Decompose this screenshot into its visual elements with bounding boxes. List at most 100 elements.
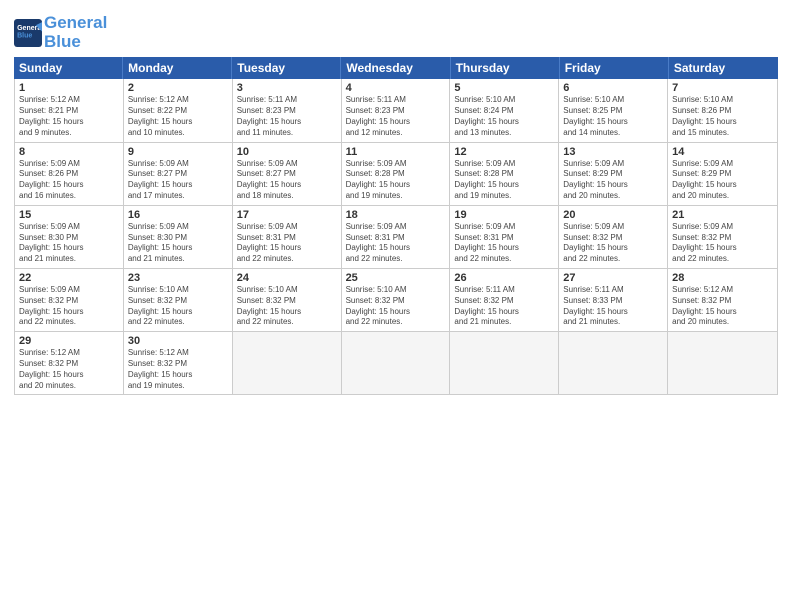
calendar-cell <box>450 332 559 394</box>
day-info: Sunrise: 5:12 AM Sunset: 8:32 PM Dayligh… <box>19 348 119 391</box>
day-info: Sunrise: 5:09 AM Sunset: 8:28 PM Dayligh… <box>346 159 446 202</box>
calendar-cell: 18Sunrise: 5:09 AM Sunset: 8:31 PM Dayli… <box>342 206 451 268</box>
calendar-week-2: 8Sunrise: 5:09 AM Sunset: 8:26 PM Daylig… <box>15 143 777 206</box>
day-number: 26 <box>454 272 554 284</box>
calendar-cell: 12Sunrise: 5:09 AM Sunset: 8:28 PM Dayli… <box>450 143 559 205</box>
day-info: Sunrise: 5:09 AM Sunset: 8:27 PM Dayligh… <box>237 159 337 202</box>
calendar-cell <box>342 332 451 394</box>
day-info: Sunrise: 5:10 AM Sunset: 8:32 PM Dayligh… <box>346 285 446 328</box>
calendar-cell: 14Sunrise: 5:09 AM Sunset: 8:29 PM Dayli… <box>668 143 777 205</box>
day-number: 11 <box>346 146 446 158</box>
day-number: 16 <box>128 209 228 221</box>
day-info: Sunrise: 5:11 AM Sunset: 8:33 PM Dayligh… <box>563 285 663 328</box>
day-number: 24 <box>237 272 337 284</box>
calendar-cell <box>668 332 777 394</box>
calendar-body: 1Sunrise: 5:12 AM Sunset: 8:21 PM Daylig… <box>14 79 778 395</box>
calendar-cell: 28Sunrise: 5:12 AM Sunset: 8:32 PM Dayli… <box>668 269 777 331</box>
calendar-cell: 5Sunrise: 5:10 AM Sunset: 8:24 PM Daylig… <box>450 79 559 141</box>
header-sunday: Sunday <box>14 57 123 79</box>
day-info: Sunrise: 5:11 AM Sunset: 8:32 PM Dayligh… <box>454 285 554 328</box>
day-info: Sunrise: 5:12 AM Sunset: 8:32 PM Dayligh… <box>128 348 228 391</box>
calendar-cell: 27Sunrise: 5:11 AM Sunset: 8:33 PM Dayli… <box>559 269 668 331</box>
day-number: 10 <box>237 146 337 158</box>
calendar-cell: 21Sunrise: 5:09 AM Sunset: 8:32 PM Dayli… <box>668 206 777 268</box>
day-info: Sunrise: 5:09 AM Sunset: 8:30 PM Dayligh… <box>128 222 228 265</box>
calendar-cell: 29Sunrise: 5:12 AM Sunset: 8:32 PM Dayli… <box>15 332 124 394</box>
calendar-cell: 9Sunrise: 5:09 AM Sunset: 8:27 PM Daylig… <box>124 143 233 205</box>
day-info: Sunrise: 5:11 AM Sunset: 8:23 PM Dayligh… <box>237 95 337 138</box>
day-number: 17 <box>237 209 337 221</box>
day-number: 6 <box>563 82 663 94</box>
calendar-cell: 6Sunrise: 5:10 AM Sunset: 8:25 PM Daylig… <box>559 79 668 141</box>
day-info: Sunrise: 5:10 AM Sunset: 8:32 PM Dayligh… <box>237 285 337 328</box>
day-info: Sunrise: 5:10 AM Sunset: 8:26 PM Dayligh… <box>672 95 773 138</box>
calendar-cell: 17Sunrise: 5:09 AM Sunset: 8:31 PM Dayli… <box>233 206 342 268</box>
day-info: Sunrise: 5:10 AM Sunset: 8:24 PM Dayligh… <box>454 95 554 138</box>
calendar-cell: 3Sunrise: 5:11 AM Sunset: 8:23 PM Daylig… <box>233 79 342 141</box>
day-info: Sunrise: 5:09 AM Sunset: 8:31 PM Dayligh… <box>346 222 446 265</box>
calendar-cell: 20Sunrise: 5:09 AM Sunset: 8:32 PM Dayli… <box>559 206 668 268</box>
day-number: 30 <box>128 335 228 347</box>
day-info: Sunrise: 5:12 AM Sunset: 8:32 PM Dayligh… <box>672 285 773 328</box>
day-info: Sunrise: 5:12 AM Sunset: 8:22 PM Dayligh… <box>128 95 228 138</box>
logo-blue: Blue <box>44 32 81 51</box>
day-info: Sunrise: 5:09 AM Sunset: 8:32 PM Dayligh… <box>563 222 663 265</box>
day-info: Sunrise: 5:09 AM Sunset: 8:29 PM Dayligh… <box>672 159 773 202</box>
calendar-cell: 24Sunrise: 5:10 AM Sunset: 8:32 PM Dayli… <box>233 269 342 331</box>
day-number: 9 <box>128 146 228 158</box>
calendar-cell <box>559 332 668 394</box>
calendar-week-5: 29Sunrise: 5:12 AM Sunset: 8:32 PM Dayli… <box>15 332 777 394</box>
calendar-cell: 30Sunrise: 5:12 AM Sunset: 8:32 PM Dayli… <box>124 332 233 394</box>
calendar-cell: 19Sunrise: 5:09 AM Sunset: 8:31 PM Dayli… <box>450 206 559 268</box>
calendar-cell: 25Sunrise: 5:10 AM Sunset: 8:32 PM Dayli… <box>342 269 451 331</box>
day-number: 25 <box>346 272 446 284</box>
header-monday: Monday <box>123 57 232 79</box>
calendar-header: Sunday Monday Tuesday Wednesday Thursday… <box>14 57 778 79</box>
day-number: 28 <box>672 272 773 284</box>
day-info: Sunrise: 5:09 AM Sunset: 8:30 PM Dayligh… <box>19 222 119 265</box>
page: General Blue General Blue Sunday Monday … <box>0 0 792 612</box>
day-number: 13 <box>563 146 663 158</box>
day-info: Sunrise: 5:09 AM Sunset: 8:28 PM Dayligh… <box>454 159 554 202</box>
calendar-cell: 4Sunrise: 5:11 AM Sunset: 8:23 PM Daylig… <box>342 79 451 141</box>
calendar-cell: 15Sunrise: 5:09 AM Sunset: 8:30 PM Dayli… <box>15 206 124 268</box>
logo-general: General <box>44 13 107 32</box>
calendar-cell: 7Sunrise: 5:10 AM Sunset: 8:26 PM Daylig… <box>668 79 777 141</box>
calendar-cell: 10Sunrise: 5:09 AM Sunset: 8:27 PM Dayli… <box>233 143 342 205</box>
calendar-cell <box>233 332 342 394</box>
header-saturday: Saturday <box>669 57 778 79</box>
header: General Blue General Blue <box>14 10 778 51</box>
day-info: Sunrise: 5:09 AM Sunset: 8:26 PM Dayligh… <box>19 159 119 202</box>
day-number: 8 <box>19 146 119 158</box>
day-number: 15 <box>19 209 119 221</box>
day-info: Sunrise: 5:12 AM Sunset: 8:21 PM Dayligh… <box>19 95 119 138</box>
calendar-cell: 23Sunrise: 5:10 AM Sunset: 8:32 PM Dayli… <box>124 269 233 331</box>
calendar-week-4: 22Sunrise: 5:09 AM Sunset: 8:32 PM Dayli… <box>15 269 777 332</box>
day-info: Sunrise: 5:11 AM Sunset: 8:23 PM Dayligh… <box>346 95 446 138</box>
logo-text: General Blue <box>44 14 107 51</box>
day-number: 20 <box>563 209 663 221</box>
header-tuesday: Tuesday <box>232 57 341 79</box>
day-number: 19 <box>454 209 554 221</box>
day-info: Sunrise: 5:09 AM Sunset: 8:29 PM Dayligh… <box>563 159 663 202</box>
day-number: 27 <box>563 272 663 284</box>
day-number: 23 <box>128 272 228 284</box>
logo-icon: General Blue <box>14 19 42 47</box>
svg-text:Blue: Blue <box>17 32 32 39</box>
day-number: 5 <box>454 82 554 94</box>
calendar-cell: 2Sunrise: 5:12 AM Sunset: 8:22 PM Daylig… <box>124 79 233 141</box>
day-info: Sunrise: 5:09 AM Sunset: 8:32 PM Dayligh… <box>672 222 773 265</box>
day-info: Sunrise: 5:09 AM Sunset: 8:31 PM Dayligh… <box>237 222 337 265</box>
day-number: 29 <box>19 335 119 347</box>
header-friday: Friday <box>560 57 669 79</box>
calendar-cell: 26Sunrise: 5:11 AM Sunset: 8:32 PM Dayli… <box>450 269 559 331</box>
day-number: 22 <box>19 272 119 284</box>
calendar-cell: 13Sunrise: 5:09 AM Sunset: 8:29 PM Dayli… <box>559 143 668 205</box>
day-number: 1 <box>19 82 119 94</box>
day-number: 4 <box>346 82 446 94</box>
day-number: 3 <box>237 82 337 94</box>
calendar-cell: 8Sunrise: 5:09 AM Sunset: 8:26 PM Daylig… <box>15 143 124 205</box>
calendar-cell: 16Sunrise: 5:09 AM Sunset: 8:30 PM Dayli… <box>124 206 233 268</box>
day-number: 21 <box>672 209 773 221</box>
day-info: Sunrise: 5:10 AM Sunset: 8:25 PM Dayligh… <box>563 95 663 138</box>
